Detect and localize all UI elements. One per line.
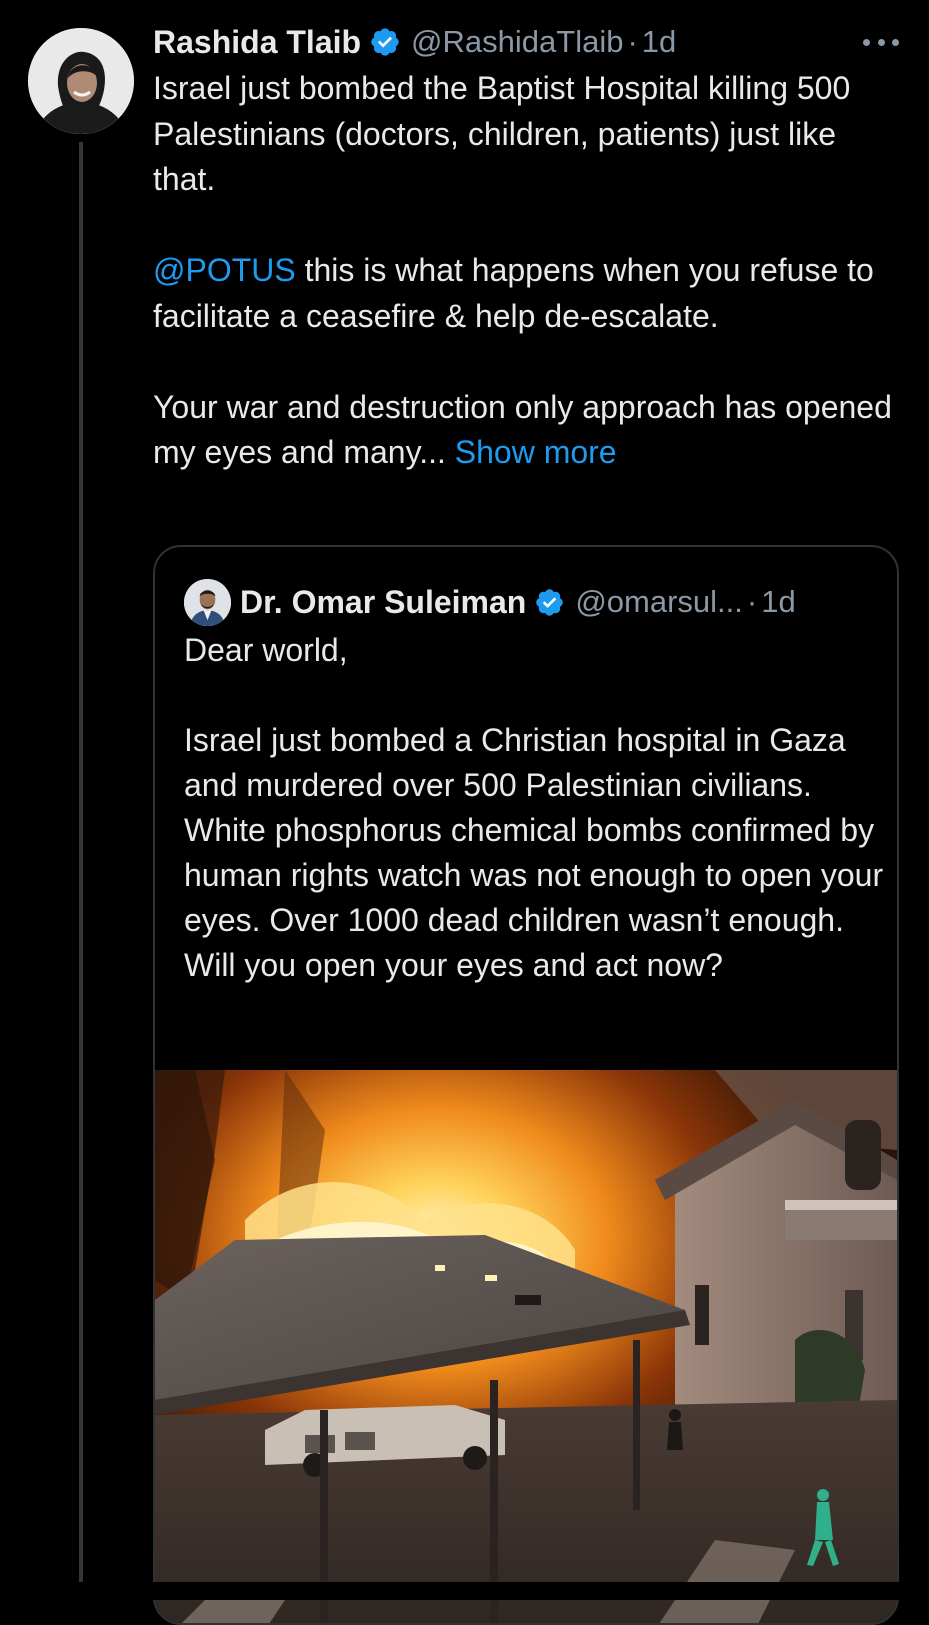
tweet-timestamp[interactable]: 1d [642, 24, 676, 60]
show-more-link[interactable]: Show more [455, 434, 617, 470]
quoted-author-handle[interactable]: @omarsul... [575, 584, 743, 620]
tweet-paragraph: Your war and destruction only approach h… [153, 385, 893, 476]
author-handle[interactable]: @RashidaTlaib [411, 24, 623, 60]
quoted-tweet-paragraph: Dear world, [184, 632, 348, 668]
separator-dot: · [746, 584, 758, 619]
quoted-tweet-header: Dr. Omar Suleiman @omarsul... · 1d [184, 578, 796, 626]
more-options-icon[interactable] [863, 36, 899, 48]
tweet-header: Rashida Tlaib @RashidaTlaib · 1d [153, 20, 676, 64]
quoted-tweet-paragraph: Israel just bombed a Christian hospital … [184, 722, 884, 983]
quoted-tweet-body: Dear world, Israel just bombed a Christi… [184, 628, 884, 988]
verified-badge-icon [534, 587, 565, 618]
quoted-tweet-timestamp[interactable]: 1d [761, 584, 795, 620]
quoted-tweet-media-image[interactable] [155, 1070, 897, 1623]
thread-connector-line [79, 142, 83, 1582]
bottom-edge [0, 1582, 929, 1600]
tweet-paragraph: Israel just bombed the Baptist Hospital … [153, 70, 851, 197]
author-avatar-image [28, 28, 134, 134]
quoted-author-name[interactable]: Dr. Omar Suleiman [240, 584, 526, 621]
quoted-tweet-card[interactable]: Dr. Omar Suleiman @omarsul... · 1d Dear … [153, 545, 899, 1625]
author-avatar[interactable] [28, 28, 134, 134]
tweet-body: Israel just bombed the Baptist Hospital … [153, 66, 893, 476]
separator-dot: · [627, 24, 638, 59]
verified-badge-icon [369, 26, 401, 58]
mention-link[interactable]: @POTUS [153, 252, 296, 288]
author-name[interactable]: Rashida Tlaib [153, 24, 361, 61]
quoted-author-avatar[interactable] [184, 578, 231, 626]
tweet-paragraph: @POTUS this is what happens when you ref… [153, 248, 893, 339]
